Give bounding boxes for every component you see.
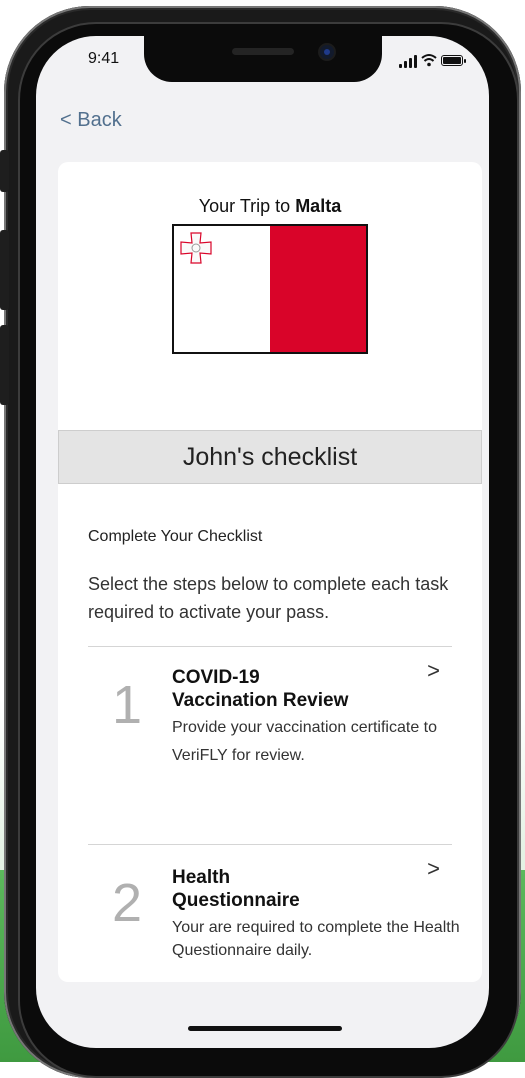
chevron-right-icon[interactable]: > <box>427 658 440 684</box>
george-cross-icon <box>180 232 212 264</box>
trip-destination: Malta <box>295 196 342 216</box>
front-camera <box>320 45 334 59</box>
checklist-step-health-questionnaire[interactable]: 2 Health Questionnaire Your are required… <box>88 844 460 974</box>
silent-switch <box>0 150 9 192</box>
back-button[interactable]: < Back <box>60 109 122 132</box>
step-title-line1: COVID-19 <box>172 667 260 688</box>
wifi-icon <box>421 54 437 67</box>
checklist-step-vaccination[interactable]: 1 COVID-19 Vaccination Review Provide yo… <box>88 646 452 844</box>
trip-title: Your Trip to Malta <box>58 196 482 217</box>
volume-up-button <box>0 230 9 310</box>
step-title: COVID-19 Vaccination Review <box>172 666 402 712</box>
checklist-banner: John's checklist <box>58 430 482 484</box>
trip-title-prefix: Your Trip to <box>198 196 296 216</box>
step-number: 2 <box>112 873 143 933</box>
step-description: Provide your vaccination certificate to … <box>172 719 438 764</box>
trip-card: Your Trip to Malta John's checklist Comp… <box>58 162 482 982</box>
step-description: Your are required to complete the Health… <box>172 919 460 959</box>
notch <box>144 36 382 82</box>
battery-icon <box>441 55 466 66</box>
malta-flag <box>172 224 368 354</box>
section-heading: Complete Your Checklist <box>88 528 263 545</box>
status-bar-icons <box>399 54 469 68</box>
phone-screen: 9:41 < Back Your Trip to Malta John's ch… <box>36 36 489 1048</box>
chevron-right-icon[interactable]: > <box>427 856 440 882</box>
step-title: Health Questionnaire <box>172 866 402 912</box>
status-time: 9:41 <box>88 50 120 67</box>
step-title-line2: Questionnaire <box>172 890 300 911</box>
flag-white-half <box>174 226 270 352</box>
volume-down-button <box>0 325 9 405</box>
step-number: 1 <box>112 675 143 735</box>
flag-red-half <box>270 226 366 352</box>
step-title-line2: Vaccination Review <box>172 690 349 711</box>
step-title-line1: Health <box>172 867 231 888</box>
section-description: Select the steps below to complete each … <box>88 574 449 622</box>
speaker <box>232 48 294 55</box>
home-indicator[interactable] <box>188 1026 342 1031</box>
